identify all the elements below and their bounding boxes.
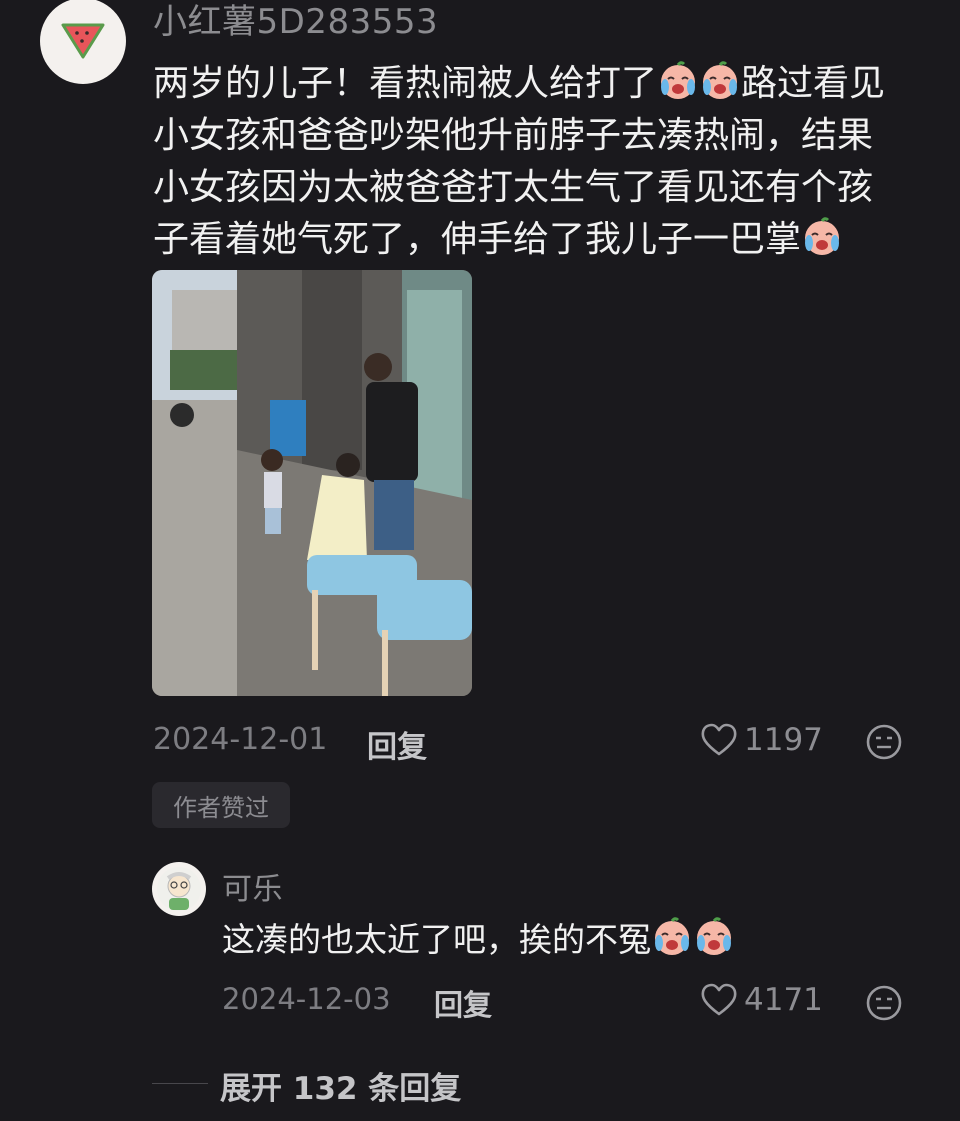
heart-outline-icon (701, 723, 737, 756)
expand-divider (152, 1083, 208, 1084)
crying-face-emoji (805, 217, 840, 255)
reply-username[interactable]: 可乐 (222, 864, 283, 908)
neutral-face-icon[interactable] (865, 723, 903, 761)
comment-line-4: 子看着她气死了，伸手给了我儿子一巴掌 (153, 214, 933, 266)
expand-replies-button[interactable]: 展开 132 条回复 (220, 1063, 461, 1108)
reply-button[interactable]: 回复 (367, 722, 427, 766)
avatar[interactable] (40, 0, 126, 84)
avatar[interactable] (152, 862, 206, 916)
reply-text-segment: 这凑的也太近了吧，挨的不冤 (222, 920, 651, 959)
comment-username[interactable]: 小红薯5D283553 (153, 0, 438, 43)
comment-text-segment: 子看着她气死了，伸手给了我儿子一巴掌 (153, 219, 802, 260)
like-button[interactable]: 1197 (700, 722, 823, 758)
comment-line-2: 小女孩和爸爸吵架他升前脖子去凑热闹，结果 (153, 115, 874, 156)
like-count: 1197 (744, 722, 823, 758)
heart-outline-icon (701, 983, 737, 1016)
comment-photo[interactable] (152, 270, 472, 696)
reply-button[interactable]: 回复 (434, 982, 492, 1024)
neutral-face-icon[interactable] (865, 984, 903, 1022)
like-count: 4171 (744, 982, 823, 1018)
like-button[interactable]: 4171 (700, 982, 823, 1018)
comment-text-segment: 两岁的儿子！看热闹被人给打了 (153, 63, 658, 104)
comment-date: 2024-12-01 (153, 722, 328, 757)
crying-face-emoji (661, 61, 696, 99)
watermelon-icon (61, 23, 105, 59)
crying-face-emoji (697, 917, 731, 955)
comment-text: 两岁的儿子！看热闹被人给打了 路过看见 小女孩和爸爸吵架他升前脖子去凑热闹，结果 … (153, 58, 933, 266)
comment-text-segment: 路过看见 (741, 63, 886, 104)
crying-face-emoji (703, 61, 738, 99)
crying-face-emoji (655, 917, 689, 955)
cartoon-avatar-icon (157, 867, 201, 911)
street-scene-image (152, 270, 472, 696)
author-liked-badge: 作者赞过 (152, 782, 290, 828)
reply-text: 这凑的也太近了吧，挨的不冤 (222, 916, 735, 964)
comment-line-3: 小女孩因为太被爸爸打太生气了看见还有个孩 (153, 167, 874, 208)
comment-line-1: 两岁的儿子！看热闹被人给打了 路过看见 (153, 58, 933, 110)
reply-date: 2024-12-03 (222, 982, 391, 1016)
